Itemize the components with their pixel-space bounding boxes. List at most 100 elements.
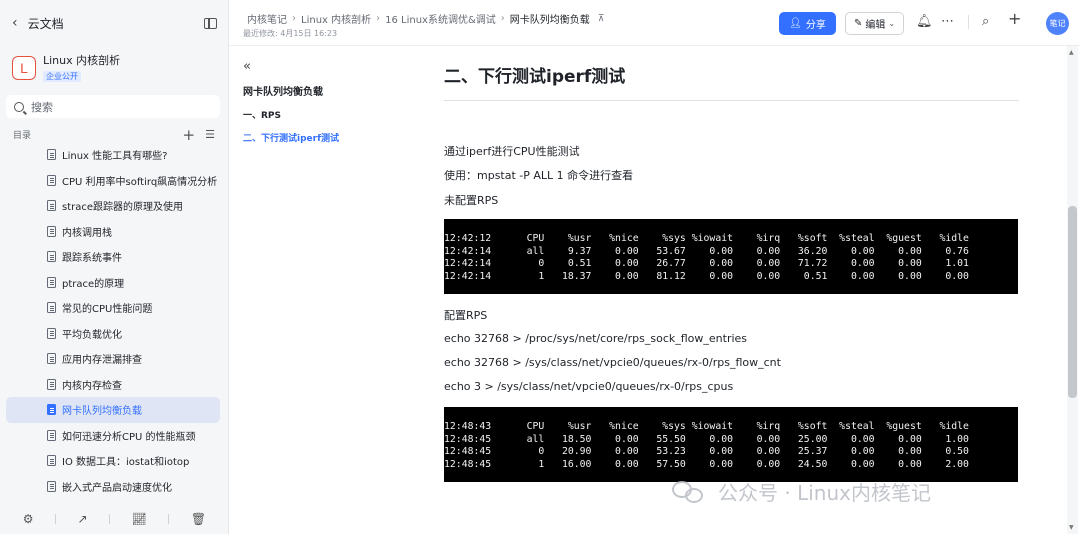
sidebar-doc-label: IO 数据工具：iostat和iotop: [62, 457, 190, 469]
sidebar-doc-item[interactable]: CPU 利用率中softirq飙高情况分析: [6, 168, 220, 194]
breadcrumb-current: 网卡队列均衡负载: [509, 15, 590, 26]
search-box[interactable]: 搜索: [6, 95, 220, 118]
chevron-down-icon: ⌄: [888, 19, 896, 28]
kb-badge: 企业公开: [43, 71, 81, 82]
sidebar-doc-label: 嵌入式产品启动速度优化: [62, 482, 172, 494]
section-heading: 二、下行测试iperf测试: [444, 67, 626, 87]
document-icon: [47, 404, 56, 416]
terminal-output-after: 12:48:43 CPU %usr %nice %sys %iowait %ir…: [444, 407, 1018, 482]
terminal-output-before: 12:42:12 CPU %usr %nice %sys %iowait %ir…: [444, 219, 1018, 294]
sidebar-doc-item[interactable]: 常见的CPU性能问题: [6, 295, 220, 321]
add-icon[interactable]: +: [1008, 11, 1021, 27]
terminal-line: 12:42:14 all 9.37 0.00 53.67 0.00 0.00 3…: [444, 245, 969, 257]
document-icon: [47, 276, 56, 288]
share-out-icon[interactable]: ↗: [78, 512, 88, 526]
sidebar-header: ‹ 云文档: [0, 0, 229, 46]
doc-tree: Linux 性能工具有哪些? CPU 利用率中softirq飙高情况分析 strac…: [6, 142, 220, 499]
terminal-line: 12:48:43 CPU %usr %nice %sys %iowait %ir…: [444, 421, 969, 432]
sidebar-footer: ⚙ ↗ 📈︎ 🗑︎: [0, 504, 229, 534]
avatar[interactable]: 笔记: [1046, 12, 1069, 35]
breadcrumb-item[interactable]: 16 Linux系统调优&调试: [385, 11, 496, 26]
vertical-scrollbar[interactable]: ▲ ▼: [1067, 46, 1078, 534]
more-icon[interactable]: ⋯: [941, 15, 954, 29]
settings-icon[interactable]: ⚙: [23, 512, 34, 526]
sidebar-doc-item[interactable]: 内核调用栈: [6, 219, 220, 245]
sidebar-doc-item[interactable]: strace跟踪器的原理及使用: [6, 193, 220, 219]
scroll-down-icon[interactable]: ▼: [1069, 524, 1074, 531]
command-line: echo 32768 > /sys/class/net/vpcie0/queue…: [444, 356, 781, 369]
scroll-up-icon[interactable]: ▲: [1069, 49, 1074, 56]
outline-item[interactable]: 一、RPS: [243, 108, 403, 121]
outline-panel: « 网卡队列均衡负载 一、RPS 二、下行测试iperf测试: [243, 60, 403, 145]
kb-name[interactable]: Linux 内核剖析: [43, 54, 120, 68]
heading-divider: [444, 100, 1019, 101]
edit-button[interactable]: ✎ 编辑 ⌄: [845, 12, 904, 35]
scrollbar-thumb[interactable]: [1068, 206, 1077, 398]
paragraph: 通过iperf进行CPU性能测试: [444, 145, 580, 158]
document-icon: [47, 327, 56, 339]
collapse-outline-icon[interactable]: «: [243, 60, 403, 74]
sidebar-doc-item[interactable]: 跟踪系统事件: [6, 244, 220, 270]
sidebar-doc-item[interactable]: 网卡队列均衡负载: [6, 397, 220, 423]
doc-header: 内核笔记 › Linux 内核剖析 › 16 Linux系统调优&调试 › 网卡…: [229, 0, 1080, 46]
wechat-icon: [672, 479, 706, 505]
search-icon[interactable]: ⌕: [982, 15, 989, 29]
collapse-sidebar-icon[interactable]: [204, 17, 217, 29]
pin-icon[interactable]: ⊼: [598, 14, 605, 24]
stats-icon[interactable]: 📈︎: [132, 512, 147, 526]
document-icon: [47, 251, 56, 263]
toc-header: 目录 + ☰: [13, 127, 215, 142]
sidebar-doc-item[interactable]: IO 数据工具：iostat和iotop: [6, 448, 220, 474]
paragraph: 未配置RPS: [444, 194, 499, 207]
share-button[interactable]: 👤︎ 分享: [779, 12, 836, 35]
document-icon: [47, 174, 56, 186]
outline-title[interactable]: 网卡队列均衡负载: [243, 83, 403, 98]
pencil-icon: ✎: [853, 18, 863, 29]
header-divider: [968, 15, 969, 29]
sidebar-doc-item[interactable]: Linux 性能工具有哪些?: [6, 142, 220, 168]
list-settings-icon[interactable]: ☰: [205, 128, 215, 141]
document-icon: [47, 455, 56, 467]
terminal-line: 12:48:45 1 16.00 0.00 57.50 0.00 0.00 24…: [444, 458, 969, 470]
breadcrumb-item[interactable]: 内核笔记: [247, 11, 287, 26]
chevron-left-icon[interactable]: ‹: [12, 15, 18, 31]
document-icon: [47, 302, 56, 314]
sidebar-doc-label: ptrace的原理: [62, 278, 125, 290]
back-to-docs-label[interactable]: 云文档: [28, 15, 204, 32]
share-label: 分享: [805, 20, 826, 31]
sidebar-doc-label: CPU 利用率中softirq飙高情况分析: [62, 176, 218, 188]
outline-item[interactable]: 二、下行测试iperf测试: [243, 131, 403, 144]
sidebar-doc-item[interactable]: ptrace的原理: [6, 270, 220, 296]
add-icon[interactable]: +: [183, 127, 196, 142]
bell-icon[interactable]: 🔔︎: [916, 15, 933, 29]
document-icon: [47, 480, 56, 492]
sidebar-doc-label: Linux 性能工具有哪些?: [62, 151, 168, 163]
search-icon: [14, 101, 24, 112]
document-icon: [47, 149, 56, 161]
sidebar-doc-item[interactable]: 平均负载优化: [6, 321, 220, 347]
terminal-line: 12:42:14 0 0.51 0.00 26.77 0.00 0.00 71.…: [444, 258, 969, 270]
sidebar-doc-label: 跟踪系统事件: [62, 253, 122, 265]
sidebar-doc-item[interactable]: 应用内存泄漏排查: [6, 346, 220, 372]
document-icon: [47, 378, 56, 390]
terminal-line: 12:42:14 1 18.37 0.00 81.12 0.00 0.00 0.…: [444, 270, 969, 282]
knowledge-base[interactable]: L Linux 内核剖析 企业公开: [12, 54, 120, 82]
last-modified: 最近修改: 4月15日 16:23: [243, 29, 338, 38]
terminal-line: 12:48:45 all 18.50 0.00 55.50 0.00 0.00 …: [444, 433, 969, 445]
sidebar-doc-label: 常见的CPU性能问题: [62, 304, 153, 316]
terminal-line: 12:48:45 0 20.90 0.00 53.23 0.00 0.00 25…: [444, 446, 969, 458]
sidebar: ‹ 云文档 L Linux 内核剖析 企业公开 搜索 目录 + ☰ Linux …: [0, 0, 229, 534]
document-icon: [47, 429, 56, 441]
breadcrumb-item[interactable]: Linux 内核剖析: [301, 11, 371, 26]
document-icon: [47, 225, 56, 237]
sidebar-doc-label: 内核内存检查: [62, 380, 122, 392]
sidebar-doc-item[interactable]: 嵌入式产品启动速度优化: [6, 474, 220, 500]
document-icon: [47, 353, 56, 365]
breadcrumb-separator: ›: [292, 13, 296, 24]
sidebar-doc-item[interactable]: 内核内存检查: [6, 372, 220, 398]
search-input[interactable]: 搜索: [31, 99, 53, 115]
trash-icon[interactable]: 🗑︎: [191, 512, 206, 526]
sidebar-doc-label: 如何迅速分析CPU 的性能瓶颈: [62, 431, 196, 443]
sidebar-doc-label: strace跟踪器的原理及使用: [62, 202, 184, 214]
sidebar-doc-item[interactable]: 如何迅速分析CPU 的性能瓶颈: [6, 423, 220, 449]
